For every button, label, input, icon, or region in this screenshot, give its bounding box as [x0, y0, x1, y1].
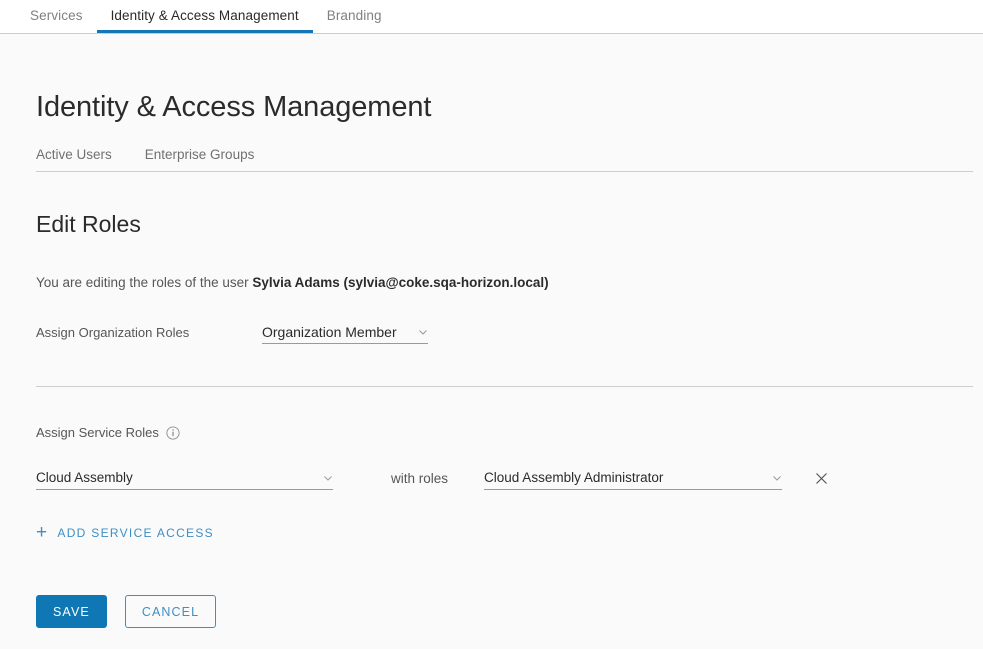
service-role-select[interactable]: Cloud Assembly Administrator [484, 466, 783, 491]
assign-service-roles-label: Assign Service Roles [36, 425, 159, 441]
edit-description-user: Sylvia Adams (sylvia@coke.sqa-horizon.lo… [252, 275, 549, 291]
top-navigation: Services Identity & Access Management Br… [0, 0, 983, 34]
page-content: Identity & Access Management Active User… [0, 90, 983, 629]
section-divider [36, 386, 973, 388]
organization-role-select[interactable]: Organization Member [262, 320, 428, 345]
service-select-value: Cloud Assembly [36, 470, 133, 486]
tab-branding[interactable]: Branding [313, 0, 396, 33]
tab-identity-access-management-label: Identity & Access Management [110, 7, 299, 23]
subtab-enterprise-groups[interactable]: Enterprise Groups [145, 147, 255, 162]
organization-role-value: Organization Member [262, 323, 397, 340]
assign-organization-roles-row: Assign Organization Roles Organization M… [36, 320, 947, 345]
subtab-active-users-label: Active Users [36, 146, 112, 162]
tab-services[interactable]: Services [16, 0, 97, 33]
service-role-row: Cloud Assembly with roles Cloud Assembly… [36, 466, 947, 491]
add-service-access-button[interactable]: + ADD SERVICE ACCESS [36, 523, 214, 542]
chevron-down-icon [773, 476, 781, 481]
tab-identity-access-management[interactable]: Identity & Access Management [96, 0, 313, 33]
section-title: Edit Roles [36, 210, 141, 237]
sub-tabs: Active Users Enterprise Groups [36, 147, 973, 172]
page-title: Identity & Access Management [36, 91, 432, 123]
subtab-enterprise-groups-label: Enterprise Groups [144, 146, 255, 162]
form-actions: SAVE CANCEL [36, 595, 947, 629]
edit-description: You are editing the roles of the user Sy… [36, 275, 947, 290]
remove-service-access-button[interactable] [811, 468, 831, 488]
edit-description-prefix: You are editing the roles of the user [36, 275, 253, 291]
cancel-button[interactable]: CANCEL [124, 595, 217, 629]
with-roles-label: with roles [391, 470, 449, 486]
assign-service-roles-header: Assign Service Roles [36, 425, 947, 440]
chevron-down-icon [324, 476, 332, 481]
assign-organization-roles-label: Assign Organization Roles [36, 324, 190, 340]
subtab-active-users[interactable]: Active Users [36, 147, 112, 162]
save-button[interactable]: SAVE [36, 595, 107, 629]
chevron-down-icon [419, 330, 427, 335]
add-service-access-label: ADD SERVICE ACCESS [57, 525, 214, 540]
info-circle-icon[interactable] [166, 426, 180, 440]
close-icon [815, 472, 827, 484]
tab-branding-label: Branding [326, 7, 382, 23]
plus-icon: + [36, 522, 49, 544]
tab-services-label: Services [30, 7, 83, 23]
service-role-select-value: Cloud Assembly Administrator [484, 470, 664, 486]
service-select[interactable]: Cloud Assembly [36, 466, 333, 491]
